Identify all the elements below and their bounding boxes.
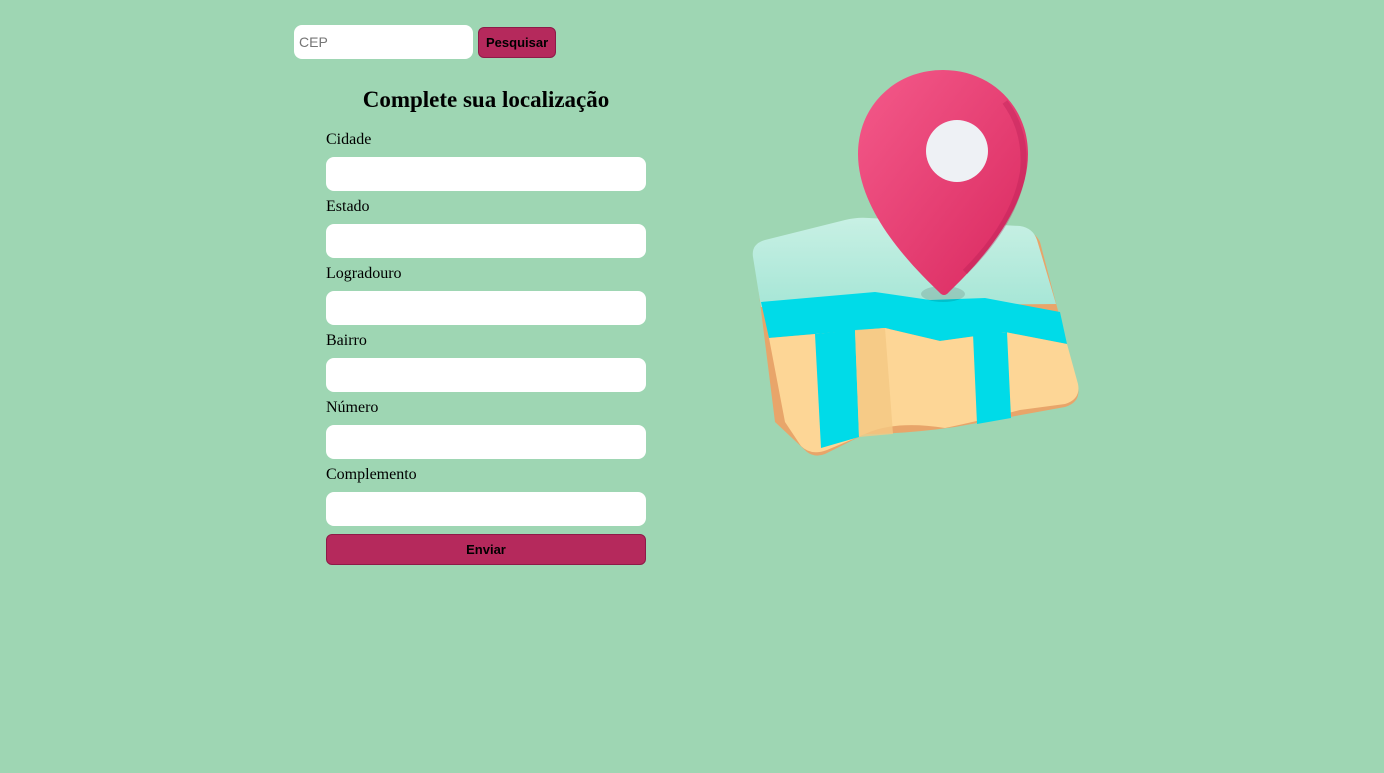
city-input[interactable] — [326, 157, 646, 191]
state-label: Estado — [326, 198, 370, 215]
search-button[interactable]: Pesquisar — [478, 26, 557, 58]
neighborhood-label: Bairro — [326, 332, 367, 349]
number-label: Número — [326, 399, 379, 416]
cep-input[interactable] — [294, 25, 473, 59]
form-title: Complete sua localização — [362, 87, 610, 112]
street-input[interactable] — [326, 291, 646, 325]
city-label: Cidade — [326, 131, 372, 148]
complement-input[interactable] — [326, 492, 646, 526]
complement-label: Complemento — [326, 466, 417, 483]
location-form: Complete sua localização Cidade Estado L… — [326, 84, 646, 565]
state-input[interactable] — [326, 224, 646, 258]
street-label: Logradouro — [326, 265, 402, 282]
neighborhood-input[interactable] — [326, 358, 646, 392]
number-input[interactable] — [326, 425, 646, 459]
map-pin-icon — [752, 70, 1079, 456]
submit-button[interactable]: Enviar — [326, 534, 646, 565]
search-bar: Pesquisar — [294, 25, 557, 59]
